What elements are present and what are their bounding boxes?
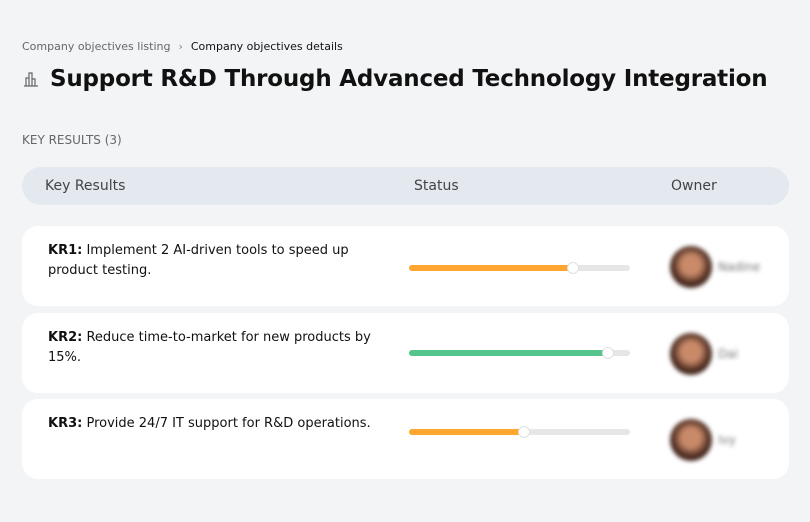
key-result-id: KR2: <box>48 330 83 345</box>
breadcrumb-link-listing[interactable]: Company objectives listing <box>22 40 170 53</box>
key-result-row[interactable]: KR3: Provide 24/7 IT support for R&D ope… <box>22 399 789 479</box>
progress-thumb[interactable] <box>517 426 530 438</box>
table-header: Key Results Status Owner <box>22 167 789 205</box>
key-result-text: KR3: Provide 24/7 IT support for R&D ope… <box>48 414 378 434</box>
avatar <box>670 246 712 288</box>
key-result-text: KR2: Reduce time-to-market for new produ… <box>48 328 378 368</box>
owner-name: Nadine <box>718 260 761 274</box>
objective-title: Support R&D Through Advanced Technology … <box>50 66 768 92</box>
header-key-results: Key Results <box>45 178 126 194</box>
key-result-description: Reduce time-to-market for new products b… <box>48 330 371 365</box>
owner[interactable]: Ivy <box>670 419 736 461</box>
progress-fill <box>409 265 573 271</box>
owner-name: Ivy <box>718 433 736 447</box>
progress-bar <box>409 347 630 359</box>
key-results-count: KEY RESULTS (3) <box>22 133 122 147</box>
owner[interactable]: Dai <box>670 333 738 375</box>
progress-bar <box>409 426 630 438</box>
key-result-id: KR3: <box>48 416 83 431</box>
progress-fill <box>409 429 524 435</box>
owner-name: Dai <box>718 347 738 361</box>
key-result-description: Provide 24/7 IT support for R&D operatio… <box>82 416 371 431</box>
progress-bar <box>409 262 630 274</box>
key-result-row[interactable]: KR2: Reduce time-to-market for new produ… <box>22 313 789 393</box>
page-title: Support R&D Through Advanced Technology … <box>22 66 768 92</box>
avatar <box>670 333 712 375</box>
breadcrumb: Company objectives listing › Company obj… <box>22 40 343 53</box>
progress-thumb[interactable] <box>566 262 579 274</box>
owner[interactable]: Nadine <box>670 246 760 288</box>
key-result-row[interactable]: KR1: Implement 2 AI-driven tools to spee… <box>22 226 789 306</box>
key-result-id: KR1: <box>48 243 83 258</box>
breadcrumb-separator: › <box>178 40 183 53</box>
avatar <box>670 419 712 461</box>
header-status: Status <box>414 178 459 194</box>
header-owner: Owner <box>671 178 717 194</box>
key-result-description: Implement 2 AI-driven tools to speed up … <box>48 243 349 278</box>
key-result-text: KR1: Implement 2 AI-driven tools to spee… <box>48 241 378 281</box>
progress-fill <box>409 350 608 356</box>
progress-thumb[interactable] <box>601 347 614 359</box>
building-icon <box>24 72 38 87</box>
breadcrumb-current: Company objectives details <box>190 40 343 53</box>
